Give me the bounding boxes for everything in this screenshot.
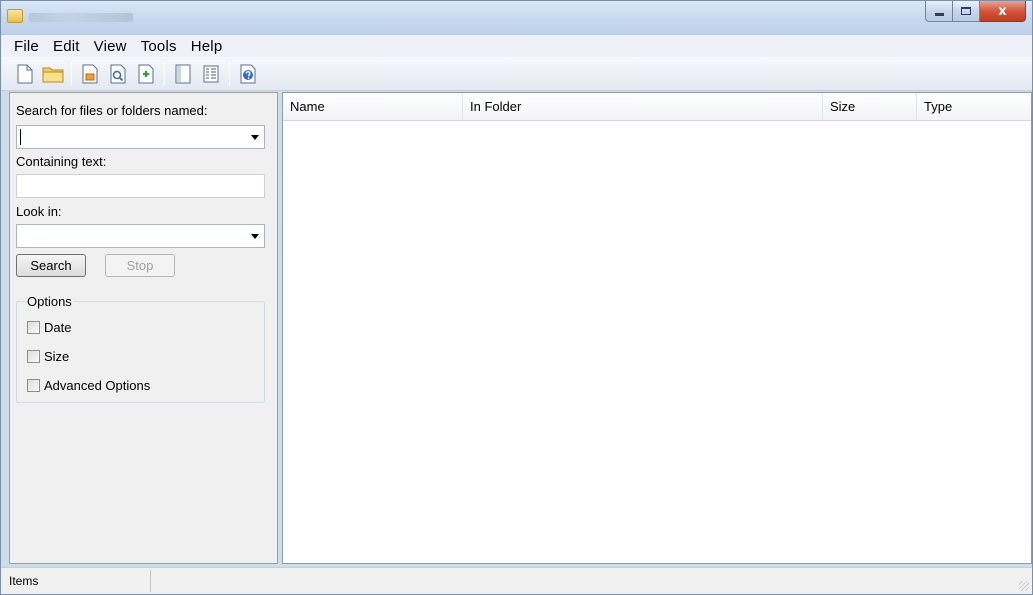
columns-icon xyxy=(203,65,219,82)
minimize-button[interactable] xyxy=(925,1,953,22)
results-list[interactable]: Name In Folder Size Type xyxy=(282,92,1032,564)
help-icon xyxy=(240,64,256,83)
results-header: Name In Folder Size Type xyxy=(283,93,1031,121)
resize-grip-icon[interactable] xyxy=(1019,581,1029,591)
open-button[interactable] xyxy=(39,60,67,88)
column-in-folder[interactable]: In Folder xyxy=(463,93,823,120)
look-in-label: Look in: xyxy=(16,204,62,219)
search-panel: Search for files or folders named: Conta… xyxy=(9,92,278,564)
search-name-combobox[interactable] xyxy=(16,125,265,149)
date-label: Date xyxy=(44,320,72,335)
export-button[interactable] xyxy=(132,60,160,88)
date-checkbox[interactable] xyxy=(27,321,40,334)
minimize-icon xyxy=(934,12,944,16)
window-title-redacted xyxy=(29,13,133,22)
open-folder-icon xyxy=(42,67,64,82)
column-type[interactable]: Type xyxy=(917,93,1031,120)
window-controls: x xyxy=(925,1,1026,22)
look-in-combobox[interactable] xyxy=(16,224,265,248)
columns-button[interactable] xyxy=(197,60,225,88)
preview-icon xyxy=(110,64,126,83)
text-caret xyxy=(20,129,21,145)
menu-file[interactable]: File xyxy=(7,35,46,58)
preview-button[interactable] xyxy=(104,60,132,88)
panel-layout-icon xyxy=(175,64,191,83)
search-button[interactable]: Search xyxy=(16,254,86,277)
size-label: Size xyxy=(44,349,70,364)
save-icon xyxy=(82,64,98,83)
maximize-icon xyxy=(961,7,971,15)
dropdown-arrow-icon[interactable] xyxy=(251,234,259,239)
toggle-panel-button[interactable] xyxy=(169,60,197,88)
toolbar-separator xyxy=(71,61,72,86)
status-bar: Items xyxy=(1,567,1032,594)
containing-text-input[interactable] xyxy=(16,174,265,198)
new-document-icon xyxy=(17,64,33,83)
options-title: Options xyxy=(25,294,74,309)
option-advanced[interactable]: Advanced Options xyxy=(27,378,150,393)
toolbar-separator xyxy=(164,61,165,86)
app-folder-icon xyxy=(7,9,23,23)
option-size[interactable]: Size xyxy=(27,349,69,364)
toolbar xyxy=(1,57,1032,91)
column-name[interactable]: Name xyxy=(283,93,463,120)
advanced-options-checkbox[interactable] xyxy=(27,379,40,392)
status-items: Items xyxy=(1,570,151,592)
advanced-options-label: Advanced Options xyxy=(44,378,151,393)
export-icon xyxy=(138,64,154,83)
new-search-button[interactable] xyxy=(11,60,39,88)
help-button[interactable] xyxy=(234,60,262,88)
dropdown-arrow-icon[interactable] xyxy=(251,135,259,140)
maximize-button[interactable] xyxy=(953,1,980,22)
containing-text-label: Containing text: xyxy=(16,154,107,169)
option-date[interactable]: Date xyxy=(27,320,71,335)
size-checkbox[interactable] xyxy=(27,350,40,363)
title-bar[interactable]: x xyxy=(1,1,1032,34)
menu-view[interactable]: View xyxy=(87,35,134,58)
options-group: Options Date Size Advanced Options xyxy=(16,294,265,403)
app-window: x File Edit View Tools Help Search for f… xyxy=(0,0,1033,595)
column-size[interactable]: Size xyxy=(823,93,917,120)
menu-bar: File Edit View Tools Help xyxy=(1,34,1032,57)
save-results-button[interactable] xyxy=(76,60,104,88)
menu-edit[interactable]: Edit xyxy=(46,35,87,58)
close-icon: x xyxy=(998,3,1007,19)
named-label: Search for files or folders named: xyxy=(16,103,208,118)
toolbar-separator xyxy=(229,61,230,86)
close-button[interactable]: x xyxy=(980,1,1026,22)
stop-button[interactable]: Stop xyxy=(105,254,175,277)
menu-help[interactable]: Help xyxy=(184,35,230,58)
menu-tools[interactable]: Tools xyxy=(134,35,184,58)
